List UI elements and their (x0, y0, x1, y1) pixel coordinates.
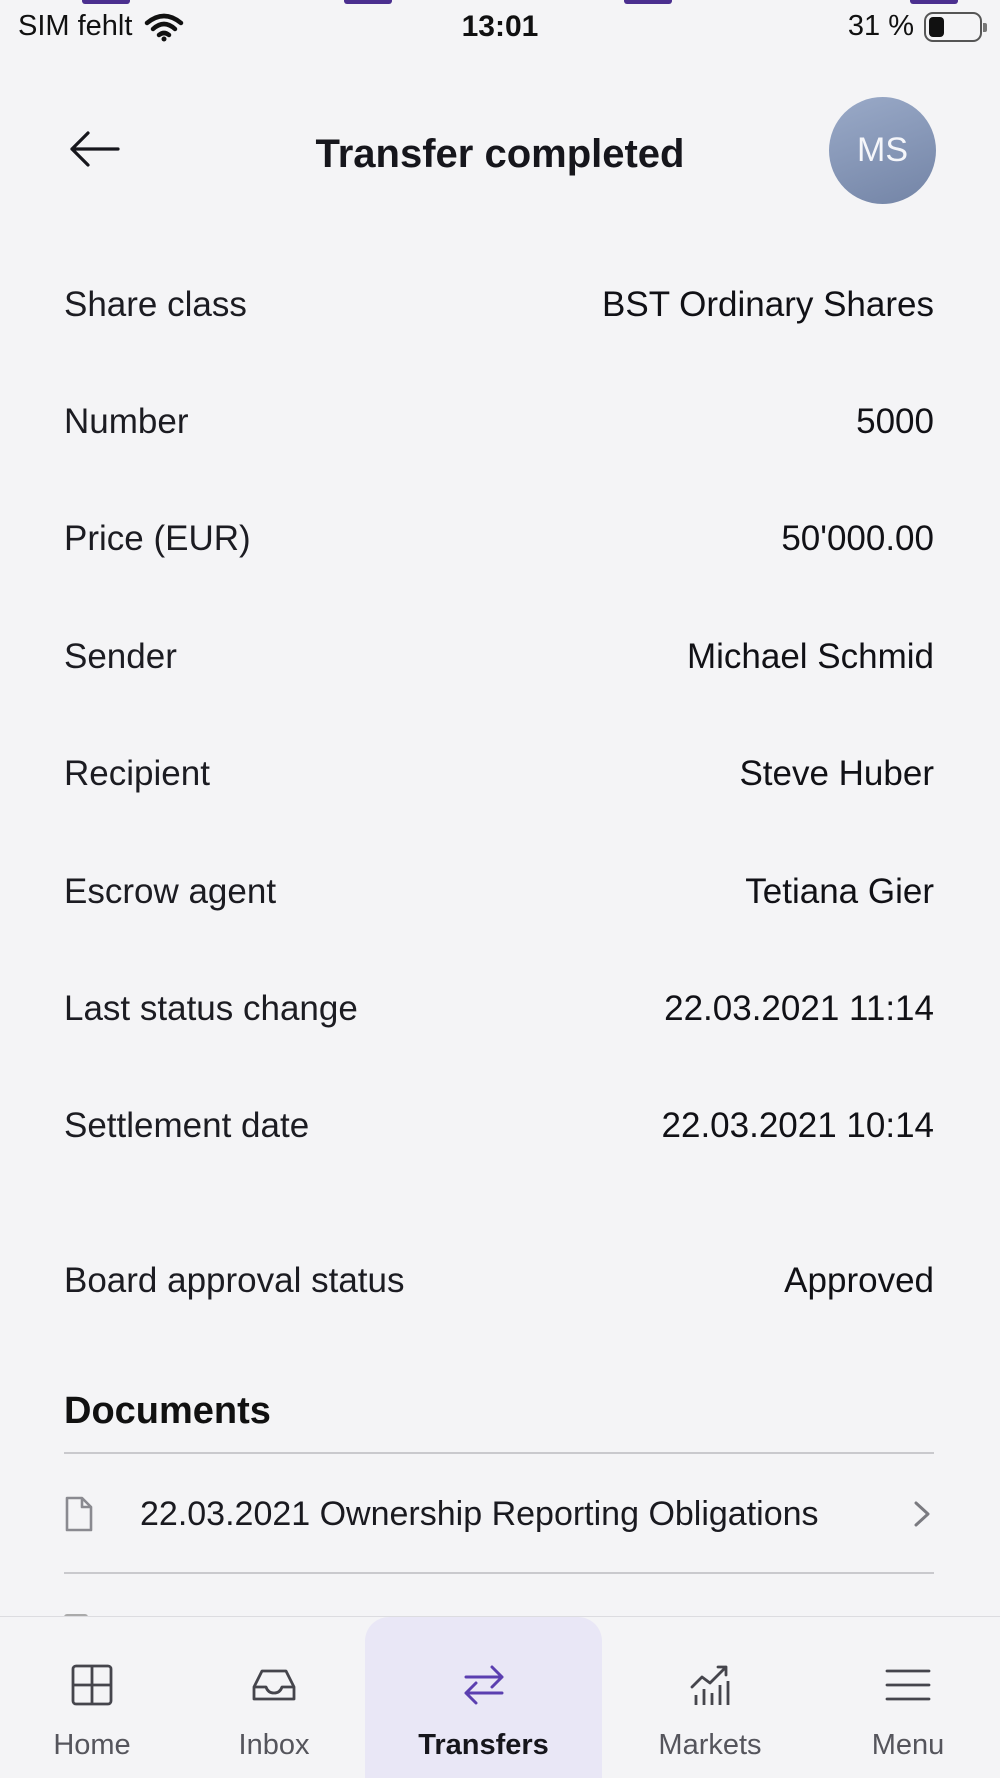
detail-label: Price (EUR) (64, 519, 251, 558)
nav-menu[interactable]: Menu (816, 1617, 1000, 1778)
status-bar: SIM fehlt 13:01 31 % (0, 0, 1000, 56)
battery-level (929, 16, 944, 37)
transfer-arrows-icon (460, 1661, 508, 1709)
detail-row-board-approval: Board approval status Approved (64, 1251, 934, 1311)
chart-icon (688, 1661, 732, 1709)
documents-divider-top (64, 1452, 934, 1454)
detail-value: Approved (784, 1261, 934, 1300)
detail-row-sender: Sender Michael Schmid (64, 627, 934, 687)
inbox-tray-icon (250, 1661, 298, 1709)
detail-label: Recipient (64, 754, 210, 793)
nav-label: Menu (871, 1729, 945, 1761)
documents-heading: Documents (64, 1390, 271, 1432)
detail-value: 22.03.2021 11:14 (664, 989, 934, 1028)
document-item[interactable]: 22.03.2021 Ownership Reporting Obligatio… (64, 1462, 934, 1566)
avatar[interactable]: MS (829, 97, 936, 204)
detail-row-settlement-date: Settlement date 22.03.2021 10:14 (64, 1096, 934, 1156)
nav-label: Markets (658, 1729, 762, 1761)
detail-value: BST Ordinary Shares (602, 285, 934, 324)
detail-label: Board approval status (64, 1261, 405, 1300)
detail-value: 5000 (856, 402, 934, 441)
detail-row-last-status-change: Last status change 22.03.2021 11:14 (64, 979, 934, 1039)
battery-icon (924, 11, 987, 42)
bottom-navigation: Home Inbox Transfers Markets Menu (0, 1616, 1000, 1778)
detail-label: Share class (64, 285, 247, 324)
detail-row-share-class: Share class BST Ordinary Shares (64, 275, 934, 335)
detail-value: Tetiana Gier (745, 872, 934, 911)
detail-label: Escrow agent (64, 872, 277, 911)
document-icon (65, 1496, 93, 1532)
detail-value: Michael Schmid (686, 637, 934, 676)
detail-value: 22.03.2021 10:14 (661, 1106, 934, 1145)
nav-transfers[interactable]: Transfers (365, 1617, 602, 1778)
detail-value: 50'000.00 (781, 519, 934, 558)
documents-divider-bottom (64, 1572, 934, 1574)
status-right: 31 % (847, 10, 987, 43)
detail-value: Steve Huber (739, 754, 934, 793)
nav-label: Transfers (418, 1729, 549, 1761)
detail-row-price: Price (EUR) 50'000.00 (64, 509, 934, 569)
battery-percent: 31 % (847, 10, 914, 42)
transfer-details-screen: SIM fehlt 13:01 31 % Transfer completed … (0, 0, 1000, 1778)
detail-row-number: Number 5000 (64, 392, 934, 452)
detail-row-recipient: Recipient Steve Huber (64, 744, 934, 804)
detail-row-escrow-agent: Escrow agent Tetiana Gier (64, 862, 934, 922)
hamburger-menu-icon (885, 1661, 931, 1709)
header: Transfer completed MS (0, 88, 1000, 218)
home-grid-icon (70, 1661, 114, 1709)
nav-inbox[interactable]: Inbox (184, 1617, 364, 1778)
nav-label: Inbox (238, 1729, 310, 1761)
nav-label: Home (53, 1729, 131, 1761)
nav-markets[interactable]: Markets (620, 1617, 800, 1778)
nav-home[interactable]: Home (0, 1617, 184, 1778)
detail-label: Settlement date (64, 1106, 310, 1145)
detail-label: Sender (64, 637, 177, 676)
chevron-right-icon (914, 1501, 930, 1527)
document-title: 22.03.2021 Ownership Reporting Obligatio… (140, 1494, 819, 1533)
detail-label: Number (64, 402, 189, 441)
detail-label: Last status change (64, 989, 358, 1028)
